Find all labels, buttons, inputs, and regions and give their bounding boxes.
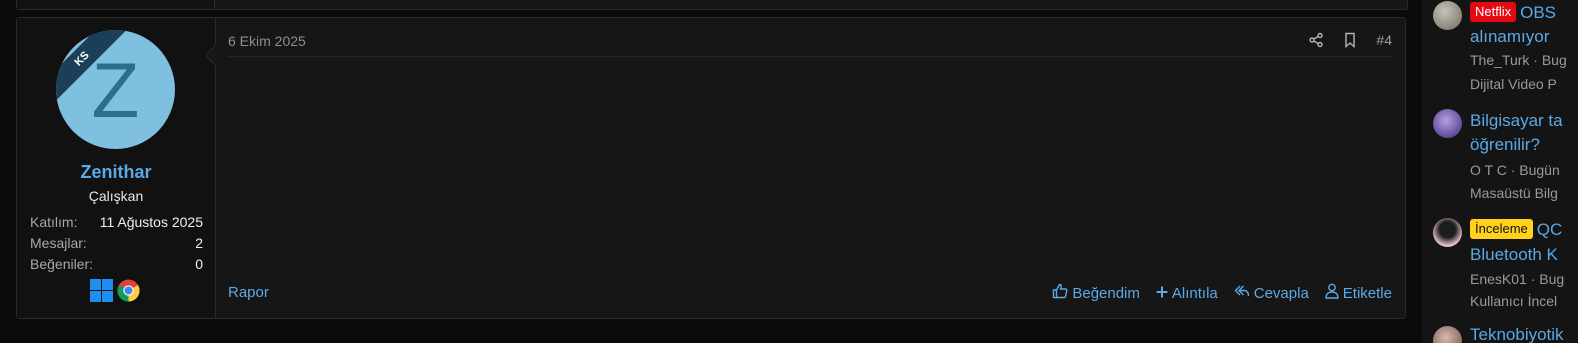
thread-title-link[interactable]: Bilgisayar ta: [1470, 108, 1563, 133]
thread-forum-link[interactable]: Dijital Video P: [1470, 76, 1557, 92]
username-link[interactable]: Zenithar: [17, 162, 215, 183]
thread-forum-link[interactable]: Masaüstü Bilg: [1470, 185, 1558, 201]
quote-label: Alıntıla: [1171, 284, 1218, 302]
thread-title-line-2[interactable]: öğrenilir?: [1470, 132, 1540, 157]
stat-label: Katılım:: [30, 214, 78, 230]
user-title: Çalışkan: [88, 188, 144, 204]
previous-post-bottom: [16, 0, 1408, 10]
thread-title-text: OBS: [1520, 3, 1557, 22]
thread-title-line-2[interactable]: Bluetooth K: [1470, 242, 1558, 267]
user-avatar[interactable]: Z KS: [56, 30, 175, 149]
stat-label: Beğeniler:: [30, 256, 94, 272]
thread-meta: The_Turk · Bug: [1470, 52, 1567, 68]
latest-threads-sidebar: Netflix OBS alınamıyor The_Turk · Bug Dij…: [1422, 0, 1578, 343]
post-date[interactable]: 6 Ekim 2025: [228, 33, 306, 49]
stat-value: 0: [195, 256, 203, 272]
share-icon[interactable]: [1308, 32, 1324, 48]
report-link[interactable]: Rapor: [228, 284, 269, 301]
user-platform-icons: [90, 279, 140, 307]
forum-post: Z KS Zenithar Çalışkan Katılım: 11 Ağust…: [16, 17, 1406, 319]
stat-label: Mesajlar:: [30, 235, 87, 251]
previous-post-user-column: [17, 0, 215, 9]
windows-icon: [90, 279, 113, 307]
stat-value: 2: [195, 235, 203, 251]
user-avatar[interactable]: [1433, 218, 1462, 247]
bookmark-icon[interactable]: [1342, 32, 1358, 48]
user-avatar[interactable]: [1433, 1, 1462, 30]
thread-meta: O T C · Bugün: [1470, 162, 1560, 178]
avatar-letter: Z: [91, 45, 140, 134]
thread-title-line-2[interactable]: alınamıyor: [1470, 24, 1549, 49]
thread-title-link[interactable]: İnceleme QC: [1470, 217, 1562, 242]
stat-likes: Beğeniler: 0: [30, 254, 203, 275]
user-avatar[interactable]: [1433, 326, 1462, 343]
prefix-badge: Netflix: [1470, 2, 1517, 22]
stat-joined: Katılım: 11 Ağustos 2025: [30, 212, 203, 233]
like-button[interactable]: Beğendim: [1052, 283, 1140, 303]
prefix-badge: İnceleme: [1470, 219, 1533, 239]
like-label: Beğendim: [1072, 284, 1140, 302]
user-icon: [1325, 283, 1339, 303]
thread-title-link[interactable]: Netflix OBS: [1470, 0, 1556, 25]
quote-button[interactable]: Alıntıla: [1156, 283, 1218, 303]
stat-messages: Mesajlar: 2: [30, 233, 203, 254]
thread-forum-link[interactable]: Kullanıcı İncel: [1470, 293, 1557, 309]
post-footer-actions: Beğendim Alıntıla Cevapla Etiketle: [1052, 283, 1392, 303]
user-stats: Katılım: 11 Ağustos 2025 Mesajlar: 2 Beğ…: [30, 212, 203, 275]
post-header-divider: [227, 56, 1393, 57]
reply-button[interactable]: Cevapla: [1234, 283, 1309, 303]
post-number-link[interactable]: #4: [1376, 32, 1392, 48]
tag-label: Etiketle: [1342, 284, 1392, 302]
post-content-column: 6 Ekim 2025 #4 Rapor Beğendim Alıntıla C…: [215, 18, 1405, 318]
stat-value: 11 Ağustos 2025: [99, 214, 203, 230]
reply-icon: [1234, 283, 1250, 303]
chrome-icon: [117, 279, 140, 307]
thread-title-text: QC: [1536, 220, 1563, 239]
thread-meta: EnesK01 · Bug: [1470, 271, 1565, 287]
reply-label: Cevapla: [1253, 284, 1309, 302]
thread-title-link[interactable]: Teknobiyotik: [1470, 322, 1564, 343]
user-avatar[interactable]: [1433, 109, 1462, 138]
tag-button[interactable]: Etiketle: [1325, 283, 1392, 303]
post-user-column: Z KS Zenithar Çalışkan Katılım: 11 Ağust…: [17, 18, 216, 318]
thumbs-up-icon: [1052, 283, 1068, 303]
post-header-actions: #4: [1308, 32, 1392, 48]
plus-icon: [1156, 285, 1168, 302]
